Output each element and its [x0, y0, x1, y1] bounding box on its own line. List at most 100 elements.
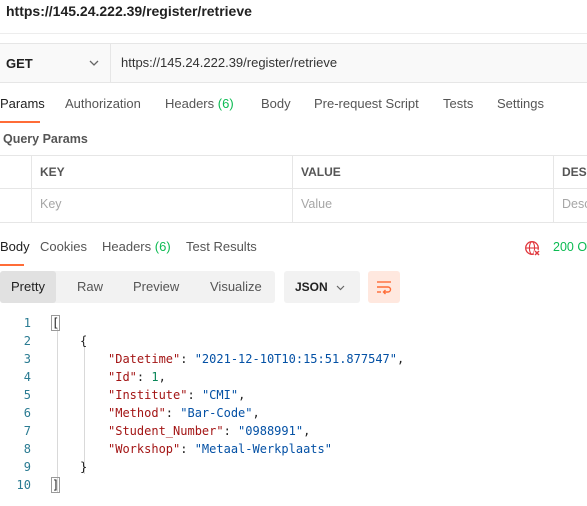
code-line: 5 "Institute": "CMI",: [0, 386, 587, 404]
code-token: :: [136, 370, 152, 384]
code-token: :: [180, 442, 195, 456]
tab-settings[interactable]: Settings: [497, 96, 544, 111]
code-line: 8 "Workshop": "Metaal-Werkplaats": [0, 440, 587, 458]
column-divider: [31, 156, 32, 222]
response-tabs: Body Cookies Headers (6) Test Results: [0, 239, 587, 266]
code-token: "0988991": [238, 424, 304, 438]
code-token: "Id": [108, 370, 137, 384]
code-token: "Bar-Code": [180, 406, 253, 420]
line-number: 2: [23, 334, 31, 348]
code-token: "Institute": [108, 388, 188, 402]
line-number: 10: [16, 478, 31, 492]
code-token: }: [80, 460, 88, 474]
response-tab-headers[interactable]: Headers (6): [102, 239, 171, 254]
code-text: "Method": "Bar-Code",: [108, 404, 260, 422]
column-divider: [292, 156, 293, 222]
tab-label: Headers: [102, 239, 152, 254]
code-token: :: [223, 424, 239, 438]
request-tabs: Params Authorization Headers (6) Body Pr…: [0, 96, 587, 123]
code-token: ,: [238, 388, 246, 402]
method-select[interactable]: GET: [0, 44, 111, 82]
chevron-down-icon: [89, 60, 99, 66]
tab-tests[interactable]: Tests: [443, 96, 473, 111]
tab-label: Test Results: [186, 239, 257, 254]
tab-params[interactable]: Params: [0, 96, 45, 111]
code-line: 2{: [0, 332, 587, 350]
tab-label: Cookies: [40, 239, 87, 254]
line-number: 1: [23, 316, 31, 330]
response-body-editor[interactable]: 1[2{3 "Datetime": "2021-12-10T10:15:51.87…: [0, 314, 587, 504]
column-divider: [553, 156, 554, 222]
code-token: "2021-12-10T10:15:51.877547": [194, 352, 397, 366]
language-label: JSON: [295, 280, 328, 294]
tab-headers[interactable]: Headers (6): [165, 96, 234, 111]
description-input[interactable]: Desc: [562, 197, 587, 211]
code-token: ,: [303, 424, 311, 438]
code-line: 10]: [0, 476, 587, 494]
view-mode-toggle: Pretty Raw Preview Visualize: [0, 271, 275, 303]
column-header-value: VALUE: [301, 165, 341, 179]
view-mode-raw[interactable]: Raw: [77, 271, 103, 303]
code-token: [: [50, 315, 61, 331]
line-number: 3: [23, 352, 31, 366]
code-token: ,: [252, 406, 260, 420]
code-text: "Datetime": "2021-12-10T10:15:51.877547"…: [108, 350, 404, 368]
code-text: "Institute": "CMI",: [108, 386, 245, 404]
key-input[interactable]: Key: [40, 197, 62, 211]
tab-authorization[interactable]: Authorization: [65, 96, 141, 111]
code-line: 9}: [0, 458, 587, 476]
code-token: ]: [50, 477, 61, 493]
tab-label: Headers: [165, 96, 215, 111]
line-number: 6: [23, 406, 31, 420]
code-token: "Workshop": [108, 442, 181, 456]
wrap-lines-button[interactable]: [368, 271, 400, 303]
code-token: "Student_Number": [108, 424, 224, 438]
row-divider: [0, 188, 587, 189]
code-line: 3 "Datetime": "2021-12-10T10:15:51.877547…: [0, 350, 587, 368]
value-input[interactable]: Value: [301, 197, 332, 211]
code-token: ,: [397, 352, 405, 366]
language-select[interactable]: JSON: [284, 271, 360, 303]
code-line: 1[: [0, 314, 587, 332]
response-tab-test-results[interactable]: Test Results: [186, 239, 257, 254]
code-text: {: [80, 332, 87, 350]
active-tab-indicator: [0, 121, 40, 123]
code-token: "CMI": [201, 388, 239, 402]
wrap-lines-icon: [377, 281, 392, 295]
view-mode-preview[interactable]: Preview: [133, 271, 179, 303]
line-number: 5: [23, 388, 31, 402]
active-tab-indicator: [0, 264, 24, 266]
title-divider: [0, 33, 587, 34]
line-number: 9: [23, 460, 31, 474]
code-line: 6 "Method": "Bar-Code",: [0, 404, 587, 422]
code-token: ,: [158, 370, 166, 384]
query-params-title: Query Params: [3, 132, 88, 146]
code-text: "Workshop": "Metaal-Werkplaats": [108, 440, 332, 458]
request-title: https://145.24.222.39/register/retrieve: [6, 3, 252, 19]
tab-body[interactable]: Body: [261, 96, 291, 111]
globe-error-icon[interactable]: [524, 240, 541, 257]
url-bar: GET https://145.24.222.39/register/retri…: [0, 43, 587, 83]
url-input[interactable]: https://145.24.222.39/register/retrieve: [121, 55, 337, 70]
line-number: 7: [23, 424, 31, 438]
tab-label: Tests: [443, 96, 474, 111]
code-token: 1: [151, 370, 159, 384]
code-text: }: [80, 458, 87, 476]
code-text: "Id": 1,: [108, 368, 166, 386]
code-token: "Datetime": [108, 352, 181, 366]
view-mode-pretty[interactable]: Pretty: [0, 271, 56, 303]
code-text: [: [50, 314, 61, 332]
tab-label: Body: [261, 96, 291, 111]
view-mode-visualize[interactable]: Visualize: [210, 271, 262, 303]
code-token: :: [180, 352, 195, 366]
tab-pre-request-script[interactable]: Pre-request Script: [314, 96, 419, 111]
column-header-description: DESC: [562, 165, 587, 179]
method-label: GET: [6, 56, 33, 71]
line-number: 4: [23, 370, 31, 384]
code-token: "Method": [108, 406, 166, 420]
response-status[interactable]: 200 O: [553, 240, 587, 254]
code-line: 7 "Student_Number": "0988991",: [0, 422, 587, 440]
response-tab-cookies[interactable]: Cookies: [40, 239, 87, 254]
response-tab-body[interactable]: Body: [0, 239, 30, 254]
tab-label: Pre-request Script: [314, 96, 419, 111]
